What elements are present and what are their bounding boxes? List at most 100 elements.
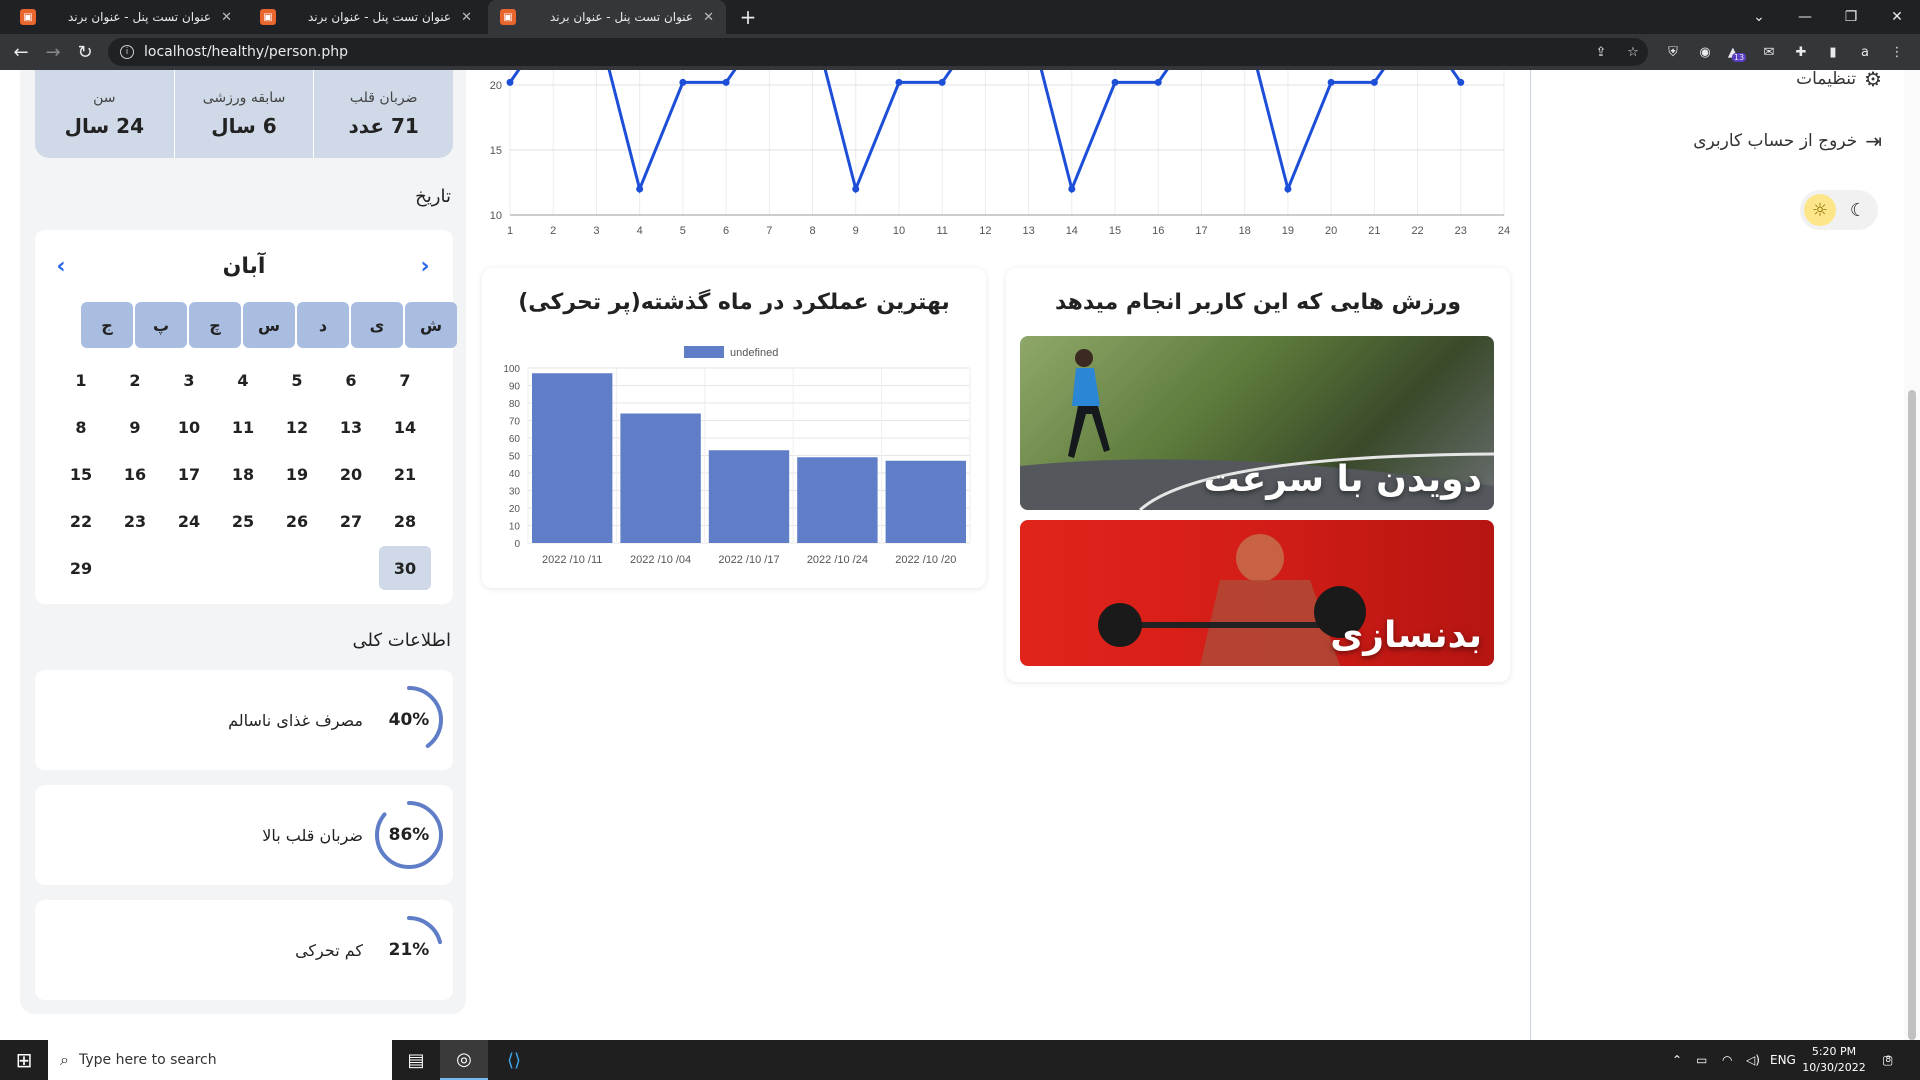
overview-card-high-heart-rate: ضربان قلب بالا 86% (35, 785, 453, 885)
x-tick-label: 6 (723, 225, 729, 237)
forward-icon[interactable]: → (40, 40, 66, 64)
settings-menu-item[interactable]: ⚙ تنظیمات (1796, 70, 1882, 94)
color-extension-icon[interactable]: ◉ (1696, 43, 1714, 61)
sport-bodybuilding-image[interactable]: بدنسازی (1020, 520, 1494, 666)
legend-swatch (684, 346, 724, 358)
browser-tab[interactable]: ▣ عنوان تست پنل - عنوان برند ✕ (248, 0, 484, 34)
sun-icon[interactable]: ☼ (1804, 194, 1836, 226)
calendar-weekday: چ (189, 302, 241, 348)
calendar-day[interactable]: 12 (271, 405, 323, 449)
clock-time: 5:20 PM (1811, 1045, 1857, 1058)
calendar-day[interactable]: 1 (55, 358, 107, 402)
logout-menu-item[interactable]: ⇥ خروج از حساب کاربری (1693, 126, 1882, 156)
calendar-day[interactable]: 29 (55, 546, 107, 590)
calendar-day[interactable]: 25 (217, 499, 269, 543)
chrome-taskbar-icon[interactable]: ◎ (440, 1040, 488, 1080)
puzzle-extensions-icon[interactable]: ✚ (1792, 43, 1810, 61)
calendar-day[interactable]: 19 (271, 452, 323, 496)
reload-icon[interactable]: ↻ (72, 40, 98, 64)
browser-tab[interactable]: ▣ عنوان تست پنل - عنوان برند ✕ (8, 0, 244, 34)
scrollbar-thumb[interactable] (1908, 390, 1916, 1040)
restore-button[interactable]: ❐ (1828, 0, 1874, 34)
calendar-day[interactable]: 11 (217, 405, 269, 449)
stat-label: سن (93, 90, 116, 106)
x-tick-label: 9 (853, 225, 859, 237)
taskbar-clock[interactable]: 5:20 PM 10/30/2022 (1792, 1044, 1876, 1076)
calendar-day[interactable]: 26 (271, 499, 323, 543)
calendar-day[interactable]: 9 (109, 405, 161, 449)
calendar-day[interactable]: 6 (325, 358, 377, 402)
site-favicon-icon: ▣ (500, 9, 516, 25)
site-info-icon[interactable]: i (120, 45, 134, 59)
notifications-icon[interactable]: ▢ 8 (1882, 1040, 1893, 1080)
vscode-taskbar-icon[interactable]: ⟨⟩ (490, 1040, 538, 1080)
calendar-day[interactable]: 8 (55, 405, 107, 449)
tab-close-icon[interactable]: ✕ (461, 10, 472, 25)
browser-tab-active[interactable]: ▣ عنوان تست پنل - عنوان برند ✕ (488, 0, 726, 34)
calendar-day[interactable]: 17 (163, 452, 215, 496)
bar[interactable] (885, 460, 966, 543)
calendar-day[interactable]: 5 (271, 358, 323, 402)
wifi-icon[interactable]: ◠ (1722, 1040, 1732, 1080)
calendar-day[interactable]: 28 (379, 499, 431, 543)
task-view-icon[interactable]: ▤ (392, 1040, 440, 1080)
stat-heart-rate: ضربان قلب 71 عدد (313, 70, 453, 158)
x-tick-label: 2022 /10 /20 (895, 554, 956, 566)
calendar-day[interactable]: 16 (109, 452, 161, 496)
line-point (1284, 185, 1292, 193)
menu-kebab-icon[interactable]: ⋮ (1888, 43, 1906, 61)
calendar-next-icon[interactable]: › (415, 254, 435, 279)
legend-label: undefined (730, 347, 778, 359)
calendar-day[interactable]: 22 (55, 499, 107, 543)
calendar-day[interactable]: 7 (379, 358, 431, 402)
line-point (1068, 185, 1076, 193)
bar[interactable] (708, 450, 790, 543)
shield-extension-icon[interactable]: ⛨ (1664, 43, 1682, 61)
calendar-day[interactable]: 21 (379, 452, 431, 496)
share-icon[interactable]: ⇪ (1592, 43, 1610, 61)
calendar-day[interactable]: 13 (325, 405, 377, 449)
close-window-button[interactable]: ✕ (1874, 0, 1920, 34)
back-icon[interactable]: ← (8, 40, 34, 64)
calendar-day[interactable]: 2 (109, 358, 161, 402)
taskbar-search-box[interactable]: ⌕ Type here to search (48, 1040, 392, 1080)
calendar-day[interactable]: 23 (109, 499, 161, 543)
overview-percent: 86% (388, 825, 430, 845)
windows-start-icon[interactable]: ⊞ (0, 1040, 48, 1080)
profile-avatar[interactable]: a (1856, 43, 1874, 61)
calendar-day[interactable]: 20 (325, 452, 377, 496)
calendar-day[interactable]: 24 (163, 499, 215, 543)
calendar-day-today[interactable]: 30 (379, 546, 431, 590)
graduation-extension-icon[interactable]: ▲ 13 (1728, 43, 1747, 62)
bar[interactable] (797, 457, 878, 543)
bookmark-star-icon[interactable]: ☆ (1624, 43, 1642, 61)
site-favicon-icon: ▣ (260, 9, 276, 25)
calendar-day[interactable]: 18 (217, 452, 269, 496)
tab-search-icon[interactable]: ⌄ (1736, 0, 1782, 34)
sport-running-image[interactable]: دویدن با سرعت (1020, 336, 1494, 510)
battery-icon[interactable]: ▭ (1696, 1040, 1707, 1080)
calendar-day[interactable]: 27 (325, 499, 377, 543)
new-tab-button[interactable]: + (736, 5, 760, 29)
y-tick-label: 10 (509, 522, 521, 533)
tray-chevron-icon[interactable]: ⌃ (1672, 1040, 1682, 1080)
tab-close-icon[interactable]: ✕ (703, 10, 714, 25)
bar[interactable] (620, 413, 701, 544)
tab-close-icon[interactable]: ✕ (221, 10, 232, 25)
bar[interactable] (532, 373, 613, 543)
line-point (1370, 78, 1378, 86)
minimize-button[interactable]: — (1782, 0, 1828, 34)
moon-icon[interactable]: ☾ (1842, 194, 1874, 226)
calendar-day[interactable]: 10 (163, 405, 215, 449)
sports-card: ورزش هایی که این کاربر انجام میدهد دویدن… (1006, 268, 1510, 682)
theme-toggle[interactable]: ☼ ☾ (1800, 190, 1878, 230)
volume-icon[interactable]: ◁) (1746, 1040, 1760, 1080)
calendar-day[interactable]: 3 (163, 358, 215, 402)
mail-extension-icon[interactable]: ✉ (1760, 43, 1778, 61)
address-bar[interactable]: i localhost/healthy/person.php (108, 38, 1648, 66)
calendar-day[interactable]: 15 (55, 452, 107, 496)
calendar-day[interactable]: 4 (217, 358, 269, 402)
calendar-day[interactable]: 14 (379, 405, 431, 449)
page-content: ضربان قلب 71 عدد سابقه ورزشی 6 سال سن 24… (0, 70, 1920, 1040)
side-panel-icon[interactable]: ▮ (1824, 43, 1842, 61)
